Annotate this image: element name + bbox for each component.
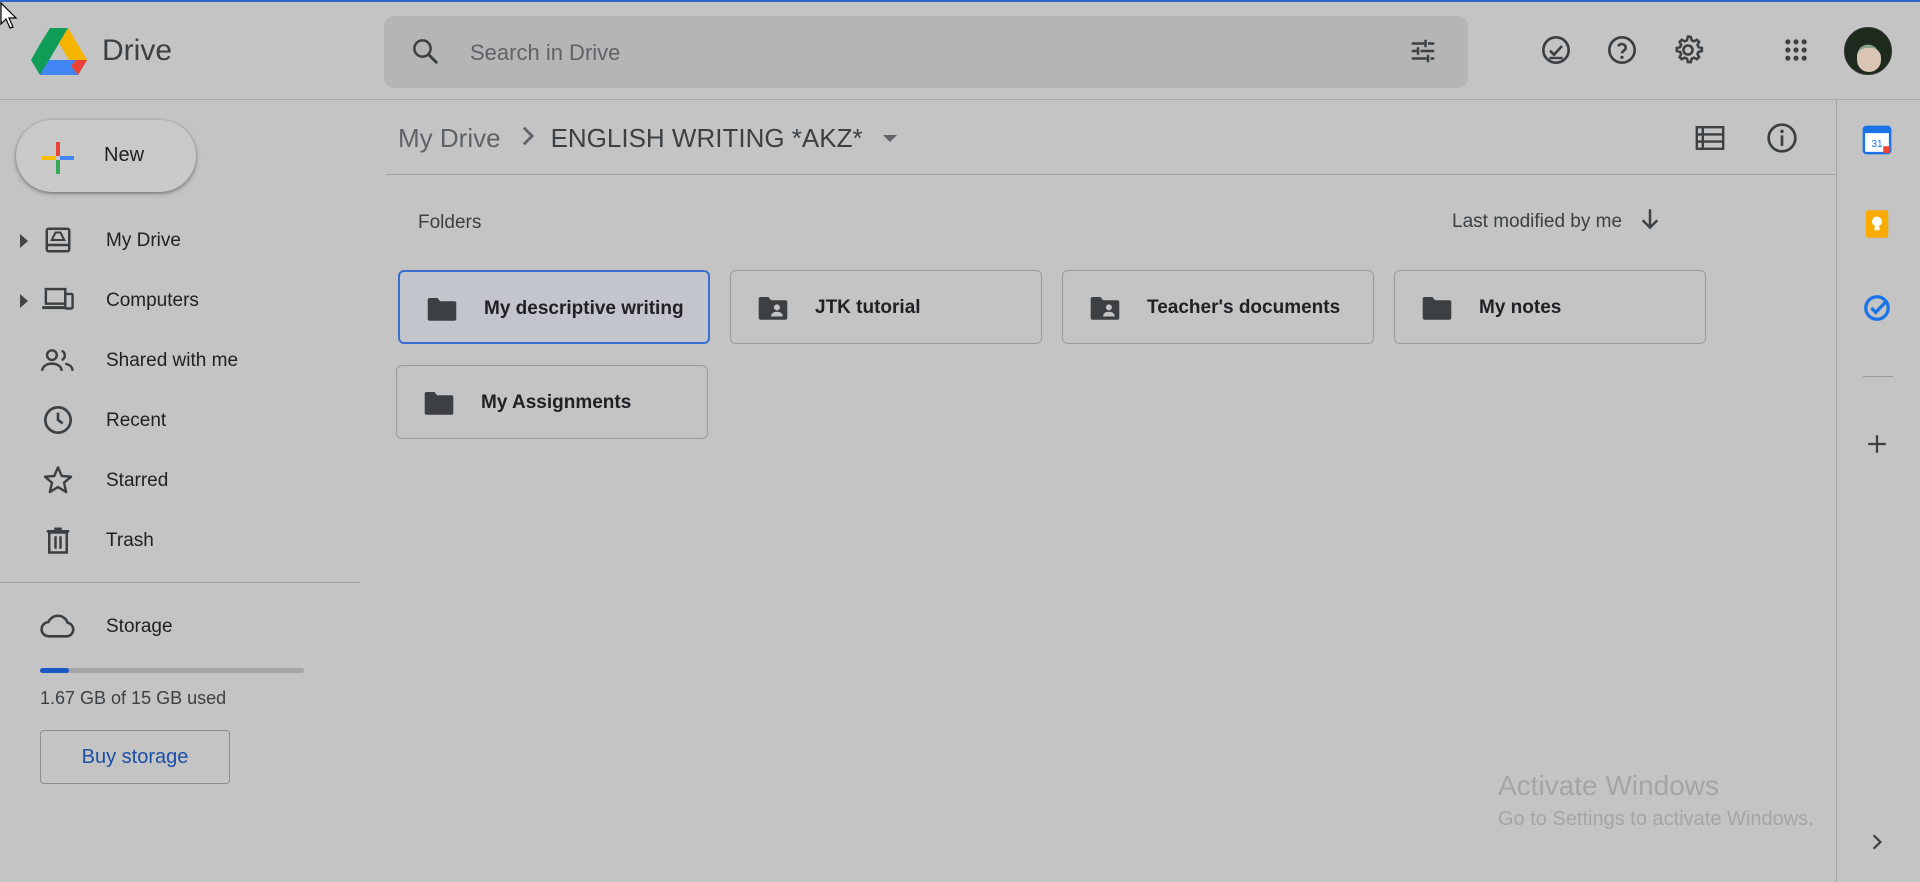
sidebar-divider xyxy=(0,582,360,583)
content-header-divider xyxy=(386,174,1836,175)
computers-icon xyxy=(40,286,76,314)
sidebar-item-label: Storage xyxy=(106,616,173,637)
info-icon[interactable] xyxy=(1762,118,1802,158)
sidebar-item-label: My Drive xyxy=(106,230,181,251)
tasks-icon[interactable] xyxy=(1859,290,1895,326)
side-panel: 31 xyxy=(1836,100,1920,882)
cloud-icon xyxy=(40,612,76,640)
folder-card[interactable]: My Assignments xyxy=(396,365,708,439)
plus-icon xyxy=(40,140,76,181)
calendar-icon[interactable]: 31 xyxy=(1859,122,1895,158)
shared-icon xyxy=(40,346,76,374)
activation-watermark-title: Activate Windows xyxy=(1498,770,1719,801)
folder-card[interactable]: JTK tutorial xyxy=(730,270,1042,344)
storage-usage-text: 1.67 GB of 15 GB used xyxy=(40,688,227,708)
sidebar-item-shared-with-me[interactable]: Shared with me xyxy=(0,336,360,384)
add-addon-icon[interactable] xyxy=(1859,426,1895,462)
folder-menu-dropdown-icon[interactable] xyxy=(882,134,897,142)
breadcrumb-current-folder[interactable]: ENGLISH WRITING *AKZ* xyxy=(551,123,863,154)
clock-icon xyxy=(40,406,76,434)
storage-usage-bar xyxy=(40,668,304,673)
shared-folder-icon xyxy=(1089,295,1121,326)
storage-usage-fill xyxy=(40,668,70,673)
folder-icon xyxy=(426,296,458,327)
chevron-right-icon[interactable] xyxy=(1859,824,1895,860)
folder-name: My descriptive writing xyxy=(484,298,684,319)
buy-storage-button[interactable]: Buy storage xyxy=(40,730,230,784)
folder-card[interactable]: Teacher's documents xyxy=(1062,270,1374,344)
expand-caret-icon[interactable] xyxy=(20,234,28,248)
sidebar-item-computers[interactable]: Computers xyxy=(0,276,360,324)
folder-name: Teacher's documents xyxy=(1147,297,1341,318)
new-button[interactable]: New xyxy=(16,120,196,192)
breadcrumb-root[interactable]: My Drive xyxy=(398,123,501,154)
folder-card[interactable]: My descriptive writing xyxy=(398,270,710,344)
arrow-down-icon[interactable] xyxy=(1640,208,1660,236)
trash-icon xyxy=(40,526,76,554)
calendar-day-number: 31 xyxy=(1871,139,1883,150)
sidebar-item-label: Trash xyxy=(106,530,154,551)
drive-logo-icon xyxy=(31,28,87,75)
sort-control[interactable]: Last modified by me xyxy=(1452,208,1660,236)
sidebar-item-label: Shared with me xyxy=(106,350,239,371)
apps-grid-icon[interactable] xyxy=(1778,32,1814,68)
offline-ready-icon[interactable] xyxy=(1538,32,1574,68)
sidebar-item-my-drive[interactable]: My Drive xyxy=(0,216,360,264)
folder-name: My notes xyxy=(1479,297,1562,318)
my-drive-icon xyxy=(40,226,76,254)
expand-caret-icon[interactable] xyxy=(20,294,28,308)
sidebar-item-label: Recent xyxy=(106,410,167,431)
search-bar[interactable]: Search in Drive xyxy=(384,16,1468,88)
sidebar-item-storage[interactable]: Storage xyxy=(0,602,360,650)
star-icon xyxy=(40,466,76,494)
folder-card[interactable]: My notes xyxy=(1394,270,1706,344)
breadcrumb: My Drive ENGLISH WRITING *AKZ* xyxy=(398,118,897,158)
search-options-icon[interactable] xyxy=(1408,36,1438,71)
new-button-label: New xyxy=(104,144,145,166)
side-panel-divider xyxy=(1863,376,1893,377)
drive-logo[interactable]: Drive xyxy=(30,26,172,76)
sidebar-item-recent[interactable]: Recent xyxy=(0,396,360,444)
activation-watermark-subtitle: Go to Settings to activate Windows. xyxy=(1498,808,1814,830)
folder-icon xyxy=(1421,295,1453,326)
folders-section-title: Folders xyxy=(418,212,482,233)
app-name: Drive xyxy=(102,34,173,67)
shared-folder-icon xyxy=(757,295,789,326)
search-input[interactable]: Search in Drive xyxy=(470,40,620,66)
top-bar: Drive Search in Drive xyxy=(0,2,1920,100)
folder-name: JTK tutorial xyxy=(815,297,921,318)
settings-icon[interactable] xyxy=(1670,32,1706,68)
search-icon[interactable] xyxy=(410,36,440,71)
sidebar-item-starred[interactable]: Starred xyxy=(0,456,360,504)
help-icon[interactable] xyxy=(1604,32,1640,68)
sidebar-item-trash[interactable]: Trash xyxy=(0,516,360,564)
chevron-right-icon xyxy=(521,123,535,154)
sort-label[interactable]: Last modified by me xyxy=(1452,211,1622,233)
sidebar-item-label: Computers xyxy=(106,290,199,311)
keep-icon[interactable] xyxy=(1859,206,1895,242)
folder-name: My Assignments xyxy=(481,392,632,413)
list-view-icon[interactable] xyxy=(1690,118,1730,158)
account-avatar[interactable] xyxy=(1844,27,1892,75)
sidebar-item-label: Starred xyxy=(106,470,169,491)
folder-icon xyxy=(423,390,455,421)
